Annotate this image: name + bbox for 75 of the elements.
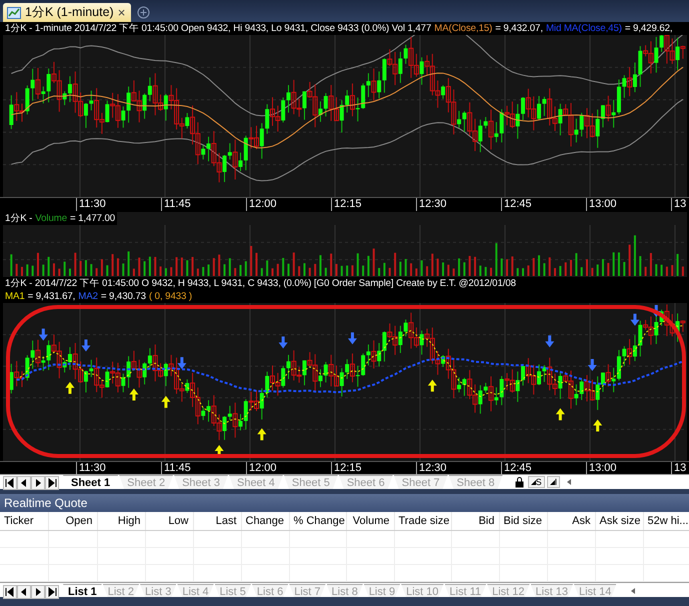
legend-text: = 9,430.73 (100, 290, 146, 303)
legend-text: 1分K - 1-minute 2014/7/22 下午 01:45:00 Open 9432, Hi 9433, Lo 9431, Close 9433 (0.0%) Vol 1,477 (5, 22, 432, 35)
up-arrow-icon (428, 380, 437, 392)
up-arrow-icon (556, 408, 565, 420)
legend-text: = 9,431.67, (28, 290, 76, 303)
scroll-left-icon[interactable] (565, 476, 574, 488)
down-arrow-icon (348, 332, 357, 344)
down-arrow-icon (278, 336, 288, 348)
up-arrow-icon (161, 396, 170, 408)
up-arrow-icon (593, 420, 602, 432)
toolbar-button[interactable]: I (546, 476, 560, 488)
column-header[interactable]: Low (145, 512, 193, 530)
chart-icon (7, 6, 21, 18)
column-header[interactable]: Change (241, 512, 289, 530)
time-label: 12:00 (246, 198, 277, 211)
column-header[interactable]: Ask (547, 512, 595, 530)
column-header[interactable]: % Change (289, 512, 346, 530)
list-tab[interactable]: List 1 (63, 584, 102, 597)
previous-icon[interactable] (17, 476, 31, 490)
next-icon[interactable] (31, 585, 45, 599)
down-arrow-icon (545, 335, 554, 348)
lock-icon[interactable] (514, 476, 525, 488)
close-icon[interactable]: × (118, 5, 126, 20)
down-arrow-icon (630, 314, 640, 326)
column-header[interactable]: 52w hi... (643, 512, 689, 530)
column-header[interactable]: Last (193, 512, 241, 530)
legend-text: MA1 (5, 290, 25, 303)
time-label: 13 (671, 198, 686, 211)
legend-text: = 9,432.07, (495, 22, 543, 35)
time-label: 11:30 (76, 198, 106, 211)
down-arrow-icon (38, 328, 48, 341)
toolbar-button[interactable]: S (528, 476, 545, 488)
time-label: 11:45 (161, 198, 191, 211)
last-icon[interactable] (45, 585, 59, 599)
down-arrow-icon (652, 305, 661, 317)
sheet-tab[interactable]: Sheet 1 (63, 475, 118, 489)
first-icon[interactable] (3, 476, 17, 490)
time-label: 12:45 (501, 198, 532, 211)
corner-icon (550, 480, 555, 484)
legend-text: MA2 (78, 290, 98, 303)
previous-icon[interactable] (17, 585, 31, 599)
scroll-left-icon[interactable] (629, 585, 638, 597)
up-arrow-icon (129, 388, 138, 400)
column-header[interactable]: Ask size (595, 512, 643, 530)
column-header[interactable]: Volume (346, 512, 394, 530)
column-header[interactable]: Open (48, 512, 97, 530)
column-header[interactable]: Ticker (0, 512, 48, 530)
time-label: 12:30 (416, 198, 447, 211)
column-header[interactable]: High (97, 512, 145, 530)
last-icon[interactable] (45, 476, 59, 490)
panel-title: Realtime Quote (0, 494, 689, 512)
legend-text: = 1,477.00 (70, 212, 116, 225)
legend-text: MA(Close,15) (434, 22, 492, 35)
time-label: 12:15 (331, 198, 362, 211)
chart-tab[interactable]: 1分K (1-minute) × (3, 3, 132, 22)
down-arrow-icon (81, 340, 90, 352)
legend-text: Mid MA(Close,45) (546, 22, 622, 35)
legend-text: ( 0, 9433 ) (148, 290, 192, 303)
column-header[interactable]: Trade size (394, 512, 451, 530)
next-icon[interactable] (31, 476, 45, 490)
down-arrow-icon (177, 357, 186, 370)
legend-text: 1分K - (5, 212, 32, 225)
down-arrow-icon (588, 359, 597, 371)
up-arrow-icon (65, 382, 74, 394)
legend-text: = 9,429.62, (624, 22, 673, 35)
first-icon[interactable] (3, 585, 17, 599)
time-label: 13:00 (586, 198, 617, 211)
corner-icon (530, 480, 536, 484)
up-arrow-icon (214, 445, 224, 457)
column-header[interactable]: Bid (451, 512, 499, 530)
legend-text: Volume (35, 212, 67, 225)
legend-text: 1分K - 2014/7/22 下午 01:45:00 O 9432, H 9433, L 9431, C 9433, (0.0%) [G0 Order Sample] Create by E.T. @2012/01/08 (5, 277, 516, 290)
add-tab-icon[interactable] (137, 6, 150, 19)
up-arrow-icon (257, 428, 266, 440)
column-header[interactable]: Bid size (499, 512, 547, 530)
